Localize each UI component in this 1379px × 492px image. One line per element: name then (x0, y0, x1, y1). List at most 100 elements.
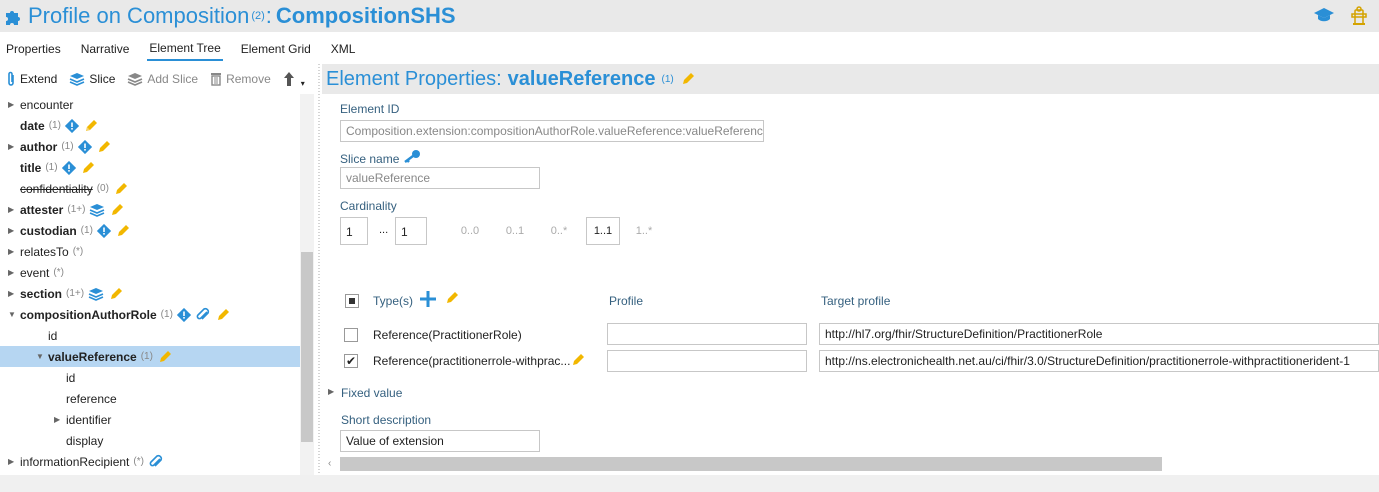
pencil-icon[interactable] (570, 352, 586, 368)
extend-button[interactable]: Extend (6, 71, 57, 87)
pencil-icon[interactable] (96, 139, 112, 155)
page-title-count: (2) (251, 10, 265, 22)
arrow-up-icon[interactable] (283, 71, 295, 87)
title-bar: Profile on Composition (2) : Composition… (0, 0, 1379, 32)
expand-arrow-icon[interactable]: ▶ (8, 100, 20, 109)
graduation-cap-icon[interactable] (1313, 6, 1335, 24)
tree-node-information-recipient[interactable]: ▶ informationRecipient (*) (0, 451, 300, 472)
remove-label: Remove (226, 72, 271, 86)
tab-properties[interactable]: Properties (4, 38, 63, 60)
tree-node-author[interactable]: ▶ author (1) (0, 136, 300, 157)
expand-arrow-icon[interactable]: ▶ (8, 142, 20, 151)
profile-field[interactable] (607, 323, 807, 345)
short-description-field[interactable]: Value of extension (340, 430, 540, 452)
tree-node-event[interactable]: ▶ event (*) (0, 262, 300, 283)
min-cardinality-field[interactable]: 1 (340, 217, 368, 245)
pencil-icon[interactable] (215, 307, 231, 323)
cardinality-1-1-button[interactable]: 1..1 (586, 217, 620, 245)
tree-node-composition-author-role[interactable]: ▼ compositionAuthorRole (1) (0, 304, 300, 325)
tree-node-identifier[interactable]: ▶ identifier (0, 409, 300, 430)
info-icon (61, 160, 76, 175)
tree-node-section[interactable]: ▶ section (1+) (0, 283, 300, 304)
target-profile-field[interactable]: http://ns.electronichealth.net.au/ci/fhi… (819, 350, 1379, 372)
page-title-colon: : (265, 3, 272, 28)
element-cardinality: (1) (661, 73, 674, 85)
remove-button[interactable]: Remove (210, 72, 271, 86)
pencil-icon[interactable] (83, 118, 99, 134)
collapse-arrow-icon[interactable]: ▼ (36, 352, 48, 361)
add-type-icon[interactable] (418, 289, 438, 309)
status-bar (0, 475, 1379, 492)
element-properties-panel: Element Properties: valueReference (1) E… (322, 64, 1379, 475)
pencil-icon[interactable] (115, 223, 131, 239)
element-id-field[interactable]: Composition.extension:compositionAuthorR… (340, 120, 764, 142)
paperclip-icon (149, 454, 163, 467)
dropdown-caret-icon[interactable]: ▾ (301, 79, 305, 88)
tab-element-tree[interactable]: Element Tree (147, 37, 223, 61)
pencil-icon[interactable] (444, 290, 460, 306)
tree-node-attester[interactable]: ▶ attester (1+) (0, 199, 300, 220)
horizontal-scrollbar[interactable] (340, 457, 1162, 471)
tree-scrollbar-thumb[interactable] (301, 252, 313, 442)
pencil-icon[interactable] (157, 349, 173, 365)
profile-field[interactable] (607, 350, 807, 372)
add-slice-button[interactable]: Add Slice (127, 72, 198, 86)
expand-arrow-icon[interactable]: ▶ (8, 457, 20, 466)
tree-node-id[interactable]: id (0, 367, 300, 388)
tab-narrative[interactable]: Narrative (79, 38, 132, 60)
target-profile-field[interactable]: http://hl7.org/fhir/StructureDefinition/… (819, 323, 1379, 345)
cardinality-0-1-button[interactable]: 0..1 (500, 217, 530, 245)
pencil-icon[interactable] (680, 71, 696, 87)
layers-icon (70, 73, 85, 86)
tree-node-date[interactable]: date (1) (0, 115, 300, 136)
tab-xml[interactable]: XML (329, 38, 358, 60)
type-checkbox-checked[interactable]: ✔ (344, 354, 358, 368)
collapse-arrow-icon[interactable]: ▼ (8, 310, 20, 319)
slice-label: Slice (89, 72, 116, 86)
cardinality-1-many-button[interactable]: 1..* (629, 217, 659, 245)
paperclip-icon (8, 71, 14, 86)
tree-node-display[interactable]: display (0, 430, 300, 451)
max-cardinality-field[interactable]: 1 (395, 217, 427, 245)
expand-arrow-icon[interactable]: ▶ (8, 268, 20, 277)
tab-element-grid[interactable]: Element Grid (239, 38, 313, 60)
tree-node-relatesto[interactable]: ▶ relatesTo (*) (0, 241, 300, 262)
pencil-icon[interactable] (109, 202, 125, 218)
paperclip-icon (196, 307, 209, 320)
expand-arrow-icon[interactable]: ▶ (8, 247, 20, 256)
scroll-left-icon[interactable]: ‹ (328, 458, 331, 469)
page-title: CompositionSHS (275, 3, 456, 28)
cardinality-0-many-button[interactable]: 0..* (544, 217, 574, 245)
pencil-icon[interactable] (80, 160, 96, 176)
expand-arrow-icon[interactable]: ▶ (8, 205, 20, 214)
cardinality-0-0-button[interactable]: 0..0 (455, 217, 485, 245)
expand-arrow-icon[interactable]: ▶ (54, 415, 66, 424)
tree-node-custodian[interactable]: ▶ custodian (1) (0, 220, 300, 241)
profile-column-header: Profile (609, 294, 644, 308)
add-slice-label: Add Slice (147, 72, 199, 86)
info-icon (77, 139, 92, 154)
expand-arrow-icon[interactable]: ▶ (8, 289, 20, 298)
tree-node-title[interactable]: title (1) (0, 157, 300, 178)
pencil-icon[interactable] (108, 286, 124, 302)
fixed-value-label[interactable]: Fixed value (341, 386, 402, 400)
select-all-checkbox[interactable] (345, 294, 359, 308)
expand-arrow-icon[interactable]: ▶ (328, 387, 334, 396)
tree-toolbar: Extend Slice Add Slice Remove ▾ (0, 64, 316, 94)
pencil-icon[interactable] (113, 181, 129, 197)
slice-button[interactable]: Slice (69, 72, 115, 86)
slice-name-field[interactable]: valueReference (340, 167, 540, 189)
tree-node-encounter[interactable]: ▶ encounter (0, 94, 300, 115)
tree-node-value-reference[interactable]: ▼ valueReference (1) (0, 346, 300, 367)
type-checkbox[interactable] (344, 328, 358, 342)
element-properties-title: Element Properties: (326, 67, 502, 90)
expand-arrow-icon[interactable]: ▶ (8, 226, 20, 235)
type-name: Reference(PractitionerRole) (373, 328, 522, 342)
target-profile-column-header: Target profile (821, 294, 891, 308)
tree-node-id[interactable]: id (0, 325, 300, 346)
tree-node-reference[interactable]: reference (0, 388, 300, 409)
extend-label: Extend (20, 72, 58, 86)
info-icon (96, 223, 111, 238)
hydrant-icon[interactable] (1351, 6, 1367, 26)
tree-node-confidentiality[interactable]: confidentiality (0) (0, 178, 300, 199)
